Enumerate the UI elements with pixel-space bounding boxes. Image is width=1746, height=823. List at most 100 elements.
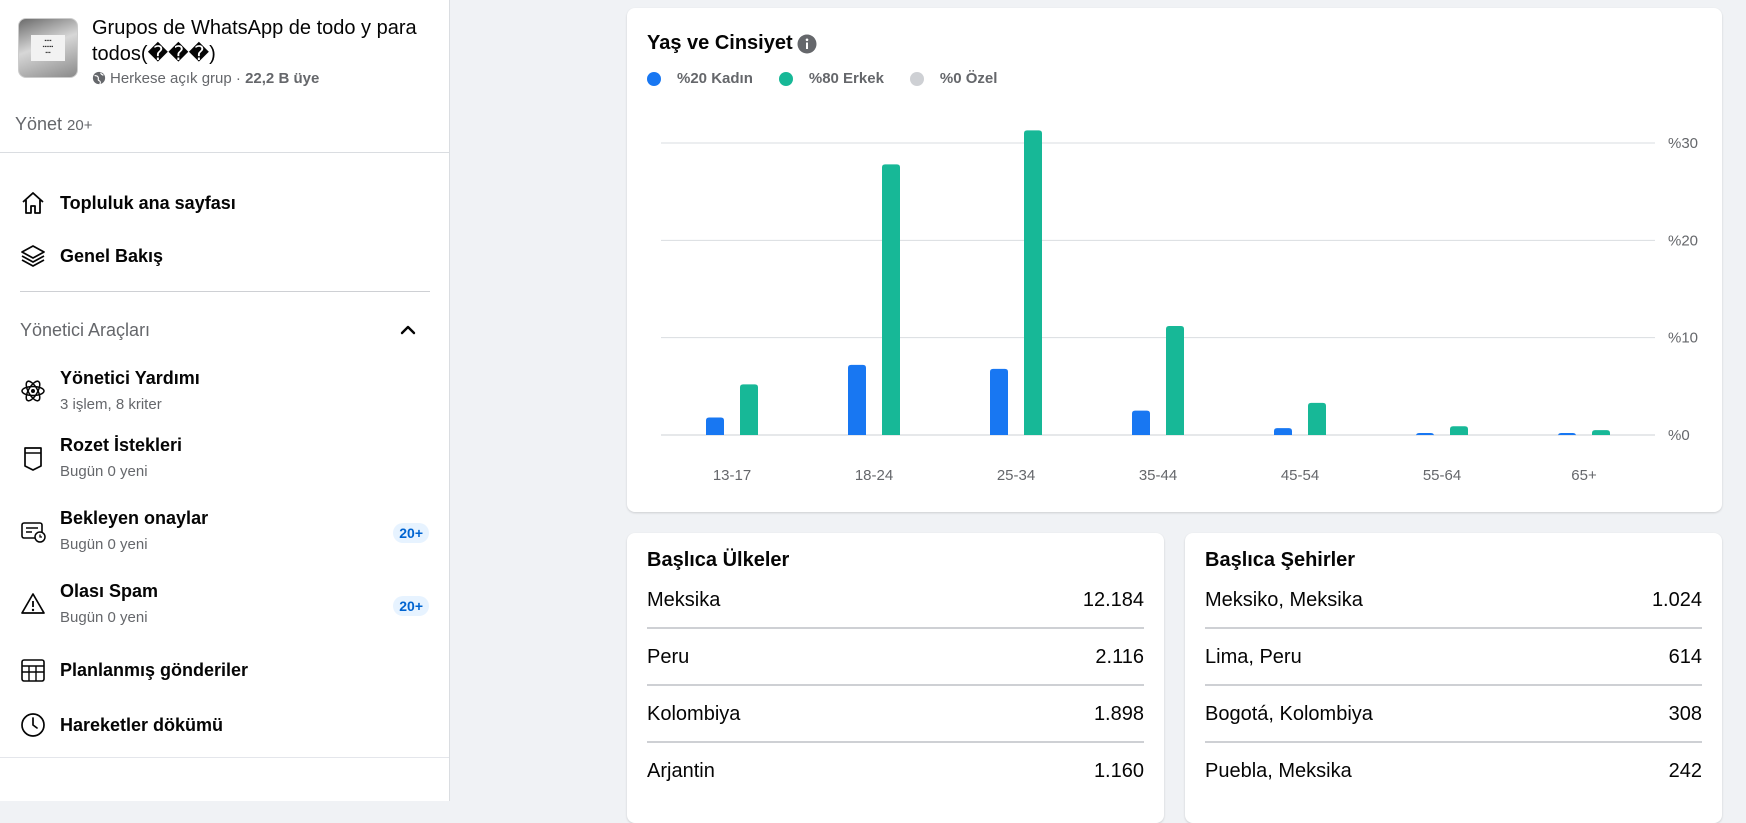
count-badge: 20+: [393, 523, 429, 543]
divider: [1205, 627, 1702, 629]
y-tick-label: %0: [1668, 427, 1690, 444]
divider: [647, 741, 1144, 743]
age-gender-chart: %0 %10 %20 %30 13-17 18-24 25-34 35-44 45-54 55-6…: [661, 130, 1698, 484]
country-name: Meksika: [647, 589, 721, 611]
atom-icon: [18, 376, 48, 406]
country-name: Peru: [647, 646, 690, 668]
x-tick-label: 25-34: [997, 467, 1035, 484]
group-meta: Herkese açık grup · 22,2 B üye: [92, 70, 319, 87]
admin-tools-title: Yönetici Araçları: [20, 320, 151, 340]
chevron-up-icon[interactable]: [398, 320, 418, 340]
divider: [1205, 684, 1702, 686]
tool-possible-spam[interactable]: Olası Spam Bugün 0 yeni 20+: [18, 577, 433, 633]
bar-kadın-45-54[interactable]: [1274, 428, 1292, 435]
bar-kadın-55-64[interactable]: [1416, 433, 1434, 436]
globe-icon: [92, 71, 106, 85]
bar-erkek-65+[interactable]: [1592, 430, 1610, 435]
country-value: 1.898: [1093, 703, 1144, 725]
list-item: Meksiko, Meksika 1.024: [1205, 585, 1702, 641]
top-cities-card: Başlıca Şehirler Meksiko, Meksika 1.024 …: [1185, 533, 1722, 823]
group-header[interactable]: ▪▪▪▪ ▪▪▪▪▪▪ ▪▪▪ Grupos de WhatsApp de todo…: [18, 15, 438, 87]
manage-count: 20+: [67, 117, 93, 134]
chart-title: Yaş ve Cinsiyet: [647, 32, 793, 54]
manage-heading: Yönet 20+: [15, 114, 93, 135]
nav-community-home[interactable]: Topluluk ana sayfası: [18, 183, 433, 223]
bar-erkek-35-44[interactable]: [1166, 325, 1184, 435]
bar-erkek-25-34[interactable]: [1024, 130, 1042, 435]
city-value: 308: [1668, 703, 1702, 725]
tool-scheduled-posts[interactable]: Planlanmış gönderiler: [18, 650, 433, 690]
nav-overview[interactable]: Genel Bakış: [18, 236, 433, 276]
bar-erkek-55-64[interactable]: [1450, 426, 1468, 435]
bar-kadın-35-44[interactable]: [1132, 410, 1150, 435]
bar-kadın-18-24[interactable]: [848, 364, 866, 435]
sidebar: ▪▪▪▪ ▪▪▪▪▪▪ ▪▪▪ Grupos de WhatsApp de todo…: [0, 0, 450, 801]
bar-kadın-25-34[interactable]: [990, 368, 1008, 435]
tool-title: Yönetici Yardımı: [60, 368, 200, 388]
tool-pending-approvals[interactable]: Bekleyen onaylar Bugün 0 yeni 20+: [18, 504, 433, 560]
clock-icon: [18, 710, 48, 740]
group-avatar[interactable]: ▪▪▪▪ ▪▪▪▪▪▪ ▪▪▪: [18, 18, 78, 78]
bar-kadın-13-17[interactable]: [706, 417, 724, 435]
legend-label: %0 Özel: [939, 70, 998, 87]
x-tick-label: 45-54: [1281, 467, 1319, 484]
legend-item-kadin: %20 Kadın: [647, 70, 753, 87]
home-icon: [18, 188, 48, 218]
tool-title: Rozet İstekleri: [60, 435, 183, 455]
x-tick-label: 35-44: [1139, 467, 1177, 484]
tool-title: Bekleyen onaylar: [60, 508, 209, 528]
group-name[interactable]: Grupos de WhatsApp de todo y para todos(…: [92, 15, 432, 67]
bar-kadın-65+[interactable]: [1558, 433, 1576, 436]
tool-subtitle: Bugün 0 yeni: [60, 536, 148, 553]
nav-label: Topluluk ana sayfası: [60, 192, 236, 213]
country-value: 2.116: [1095, 646, 1144, 668]
tool-badge-requests[interactable]: Rozet İstekleri Bugün 0 yeni: [18, 431, 433, 487]
list-item: Kolombiya 1.898: [647, 699, 1144, 755]
info-icon[interactable]: [797, 34, 817, 54]
x-tick-label: 55-64: [1423, 467, 1461, 484]
pending-icon: [18, 516, 48, 546]
x-tick-label: 18-24: [855, 467, 893, 484]
city-name: Puebla, Meksika: [1205, 760, 1352, 782]
tool-label: Hareketler dökümü: [60, 714, 224, 735]
legend-item-erkek: %80 Erkek: [778, 70, 884, 87]
manage-label: Yönet: [15, 114, 63, 134]
divider: [1205, 741, 1702, 743]
tool-subtitle: Bugün 0 yeni: [60, 609, 148, 626]
city-value: 242: [1668, 760, 1702, 782]
age-gender-card: Yaş ve Cinsiyet %20 Kadın %80 Erkek %0 Ö…: [627, 8, 1722, 512]
bar-erkek-45-54[interactable]: [1308, 402, 1326, 435]
divider: [647, 684, 1144, 686]
top-countries-title: Başlıca Ülkeler: [647, 549, 790, 571]
legend-dot-kadin: [647, 71, 661, 86]
y-tick-label: %30: [1668, 135, 1698, 152]
group-privacy: Herkese açık grup: [110, 70, 232, 87]
bar-erkek-18-24[interactable]: [882, 164, 900, 435]
tool-activity-log[interactable]: Hareketler dökümü: [18, 705, 433, 745]
divider: [647, 627, 1144, 629]
city-value: 1.024: [1651, 589, 1702, 611]
legend-label: %80 Erkek: [808, 70, 884, 87]
city-name: Bogotá, Kolombiya: [1205, 703, 1373, 725]
legend-label: %20 Kadın: [677, 70, 753, 87]
city-name: Lima, Peru: [1205, 646, 1302, 668]
badge-icon: [18, 443, 48, 473]
y-tick-label: %20: [1668, 232, 1698, 249]
group-members[interactable]: 22,2 B üye: [245, 70, 319, 87]
nav-label: Genel Bakış: [60, 245, 164, 266]
bar-erkek-13-17[interactable]: [740, 384, 758, 435]
tool-label: Planlanmış gönderiler: [60, 659, 249, 680]
tool-admin-assist[interactable]: Yönetici Yardımı 3 işlem, 8 kriter: [18, 364, 433, 420]
divider: [0, 757, 449, 758]
legend-dot-ozel: [909, 71, 924, 86]
country-value: 1.160: [1093, 760, 1144, 782]
tool-subtitle: Bugün 0 yeni: [60, 463, 148, 480]
warning-icon: [18, 589, 48, 619]
country-name: Arjantin: [647, 760, 715, 782]
y-tick-label: %10: [1668, 330, 1698, 347]
tool-title: Olası Spam: [60, 581, 159, 601]
country-name: Kolombiya: [647, 703, 741, 725]
legend-item-ozel: %0 Özel: [909, 70, 998, 87]
list-item: Lima, Peru 614: [1205, 642, 1702, 698]
tool-subtitle: 3 işlem, 8 kriter: [60, 396, 162, 413]
